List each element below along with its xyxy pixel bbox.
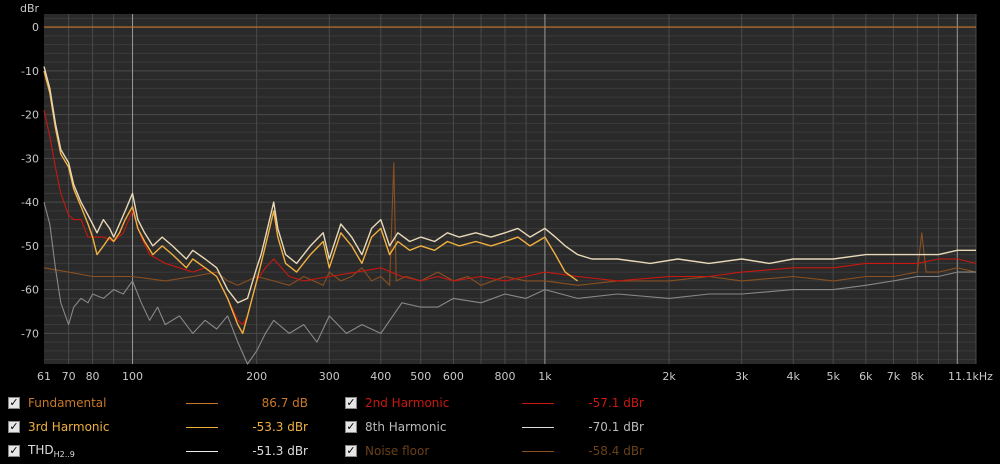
legend-item[interactable]: ✓ 8th Harmonic -70.1 dBr [345, 417, 665, 437]
legend-value: -53.3 dBr [252, 420, 308, 434]
legend-swatch [522, 427, 554, 428]
legend-label: 2nd Harmonic [365, 396, 450, 410]
y-tick-label: -60 [21, 284, 39, 297]
x-tick-label: 300 [319, 370, 340, 383]
legend-label: Fundamental [28, 396, 107, 410]
legend-checkbox[interactable]: ✓ [345, 421, 357, 433]
legend-checkbox[interactable]: ✓ [8, 397, 20, 409]
x-unit-label: 11.1kHz [948, 370, 993, 383]
legend-checkbox[interactable]: ✓ [8, 445, 20, 457]
legend-value: -57.1 dBr [588, 396, 644, 410]
y-tick-label: -40 [21, 196, 39, 209]
x-tick-label: 3k [735, 370, 749, 383]
y-tick-label: -30 [21, 152, 39, 165]
y-tick-label: -70 [21, 327, 39, 340]
legend-value: -70.1 dBr [588, 420, 644, 434]
legend-value: -58.4 dBr [588, 444, 644, 458]
legend-label: 8th Harmonic [365, 420, 447, 434]
x-tick-label: 7k [887, 370, 901, 383]
x-tick-label: 1k [538, 370, 552, 383]
legend-label: Noise floor [365, 444, 430, 458]
x-tick-label: 2k [662, 370, 676, 383]
x-tick-label: 4k [787, 370, 801, 383]
legend-value: -51.3 dBr [252, 444, 308, 458]
x-tick-label: 5k [826, 370, 840, 383]
x-tick-label: 200 [246, 370, 267, 383]
legend-checkbox[interactable]: ✓ [345, 397, 357, 409]
legend-item[interactable]: ✓ 2nd Harmonic -57.1 dBr [345, 393, 665, 413]
x-tick-label: 600 [443, 370, 464, 383]
legend-item[interactable]: ✓ THDH2..9 -51.3 dBr [8, 441, 328, 461]
legend-item[interactable]: ✓ Fundamental 86.7 dB [8, 393, 328, 413]
legend-swatch [186, 403, 218, 404]
distortion-chart: 0 -10 -20 -30 -40 -50 -60 -70 61 70 80 100 200 300 40… [0, 0, 1000, 390]
y-tick-label: -50 [21, 240, 39, 253]
legend-label: THDH2..9 [28, 443, 75, 459]
legend-item[interactable]: ✓ 3rd Harmonic -53.3 dBr [8, 417, 328, 437]
y-tick-label: 0 [32, 21, 39, 34]
x-tick-label: 800 [494, 370, 515, 383]
legend-swatch [522, 451, 554, 452]
x-tick-label: 6k [859, 370, 873, 383]
x-tick-label: 70 [62, 370, 76, 383]
legend-swatch [186, 451, 218, 452]
x-tick-label: 400 [370, 370, 391, 383]
x-tick-label: 61 [37, 370, 51, 383]
legend-label-subscript: H2..9 [53, 450, 75, 459]
x-tick-label: 8k [911, 370, 925, 383]
x-tick-label: 500 [410, 370, 431, 383]
legend-item[interactable]: ✓ Noise floor -58.4 dBr [345, 441, 665, 461]
y-axis-label: dBr [20, 2, 40, 15]
plot-area [44, 14, 976, 364]
legend-value: 86.7 dB [261, 396, 308, 410]
legend-swatch [522, 403, 554, 404]
x-tick-label: 80 [86, 370, 100, 383]
y-tick-label: -10 [21, 65, 39, 78]
legend-label: 3rd Harmonic [28, 420, 110, 434]
x-tick-label: 100 [122, 370, 143, 383]
y-tick-label: -20 [21, 109, 39, 122]
legend-checkbox[interactable]: ✓ [8, 421, 20, 433]
legend-swatch [186, 427, 218, 428]
legend-checkbox[interactable]: ✓ [345, 445, 357, 457]
